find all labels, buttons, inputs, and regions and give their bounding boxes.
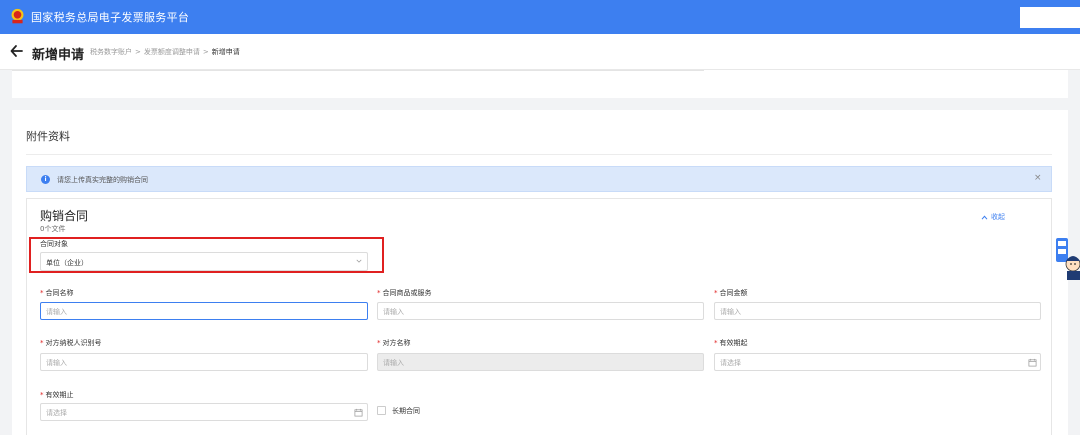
divider [26,154,1052,155]
breadcrumb-item-account[interactable]: 税务数字账户 [90,48,132,56]
contract-goods-input[interactable]: 请输入 [377,302,704,320]
valid-to-label-text: 有效期止 [45,391,74,399]
breadcrumb-separator: > [202,48,209,56]
required-mark: * [377,289,381,297]
valid-from-datepicker[interactable]: 请选择 [714,353,1041,371]
required-mark: * [714,289,718,297]
contract-name-label: * 合同名称 [40,288,74,298]
alert-text: 请您上传真实完整的购销合同 [57,176,148,184]
info-icon: i [41,175,50,184]
file-count: 0个文件 [40,225,66,233]
back-arrow-icon[interactable] [10,43,24,59]
close-icon[interactable]: × [1034,173,1042,183]
required-mark: * [377,339,381,347]
breadcrumb: 税务数字账户 > 发票额度调整申请 > 新增申请 [90,47,240,57]
page-header: 新增申请 税务数字账户 > 发票额度调整申请 > 新增申请 [0,34,1080,70]
contract-amount-input[interactable]: 请输入 [714,302,1041,320]
page-title: 新增申请 [32,48,85,63]
party-name-input: 请输入 [377,353,704,371]
valid-to-datepicker[interactable]: 请选择 [40,403,368,421]
required-mark: * [40,391,44,399]
placeholder: 请输入 [383,359,404,367]
required-mark: * [40,289,44,297]
section-title: 附件资料 [26,130,70,143]
party-name-label: * 对方名称 [377,338,411,348]
contract-object-value: 单位（企业） [46,259,88,267]
app-title: 国家税务总局电子发票服务平台 [31,11,190,24]
top-header: 国家税务总局电子发票服务平台 [0,0,1080,34]
breadcrumb-item-quota[interactable]: 发票额度调整申请 [144,48,200,56]
placeholder: 请选择 [46,409,67,417]
placeholder: 请选择 [720,359,741,367]
contract-amount-label-text: 合同金额 [719,289,748,297]
party-taxid-label: * 对方纳税人识别号 [40,338,102,348]
valid-to-label: * 有效期止 [40,390,74,400]
breadcrumb-item-current: 新增申请 [211,48,240,56]
placeholder: 请输入 [46,359,67,367]
contract-goods-label: * 合同商品或服务 [377,288,432,298]
collapse-label: 收起 [991,213,1005,221]
contract-object-label: 合同对象 [40,240,68,248]
placeholder: 请输入 [383,308,404,316]
long-term-label: 长期合同 [392,407,420,415]
party-taxid-input[interactable]: 请输入 [40,353,368,371]
user-area[interactable] [1020,7,1080,28]
party-taxid-label-text: 对方纳税人识别号 [45,339,102,347]
breadcrumb-separator: > [135,48,141,56]
contract-title: 购销合同 [40,209,89,223]
contract-amount-label: * 合同金额 [714,288,748,298]
contract-goods-label-text: 合同商品或服务 [382,289,432,297]
collapse-button[interactable]: 收起 [981,212,1005,222]
chevron-down-icon [356,259,362,263]
required-mark: * [40,339,44,347]
divider [12,70,704,71]
contract-name-label-text: 合同名称 [45,289,74,297]
valid-from-label-text: 有效期起 [719,339,748,347]
upper-card [12,70,1068,98]
mascot-icon[interactable] [1054,236,1080,280]
long-term-checkbox[interactable] [377,406,386,415]
placeholder: 请输入 [720,308,741,316]
party-name-label-text: 对方名称 [382,339,411,347]
placeholder: 请输入 [46,308,67,316]
required-mark: * [714,339,718,347]
calendar-icon [354,408,363,417]
emblem-logo-icon [11,8,24,24]
contract-name-input[interactable]: 请输入 [40,302,368,320]
chevron-up-icon [981,214,988,219]
calendar-icon [1028,358,1037,367]
valid-from-label: * 有效期起 [714,338,748,348]
contract-object-select[interactable]: 单位（企业） [40,252,368,271]
info-alert: i 请您上传真实完整的购销合同 × [26,166,1052,192]
